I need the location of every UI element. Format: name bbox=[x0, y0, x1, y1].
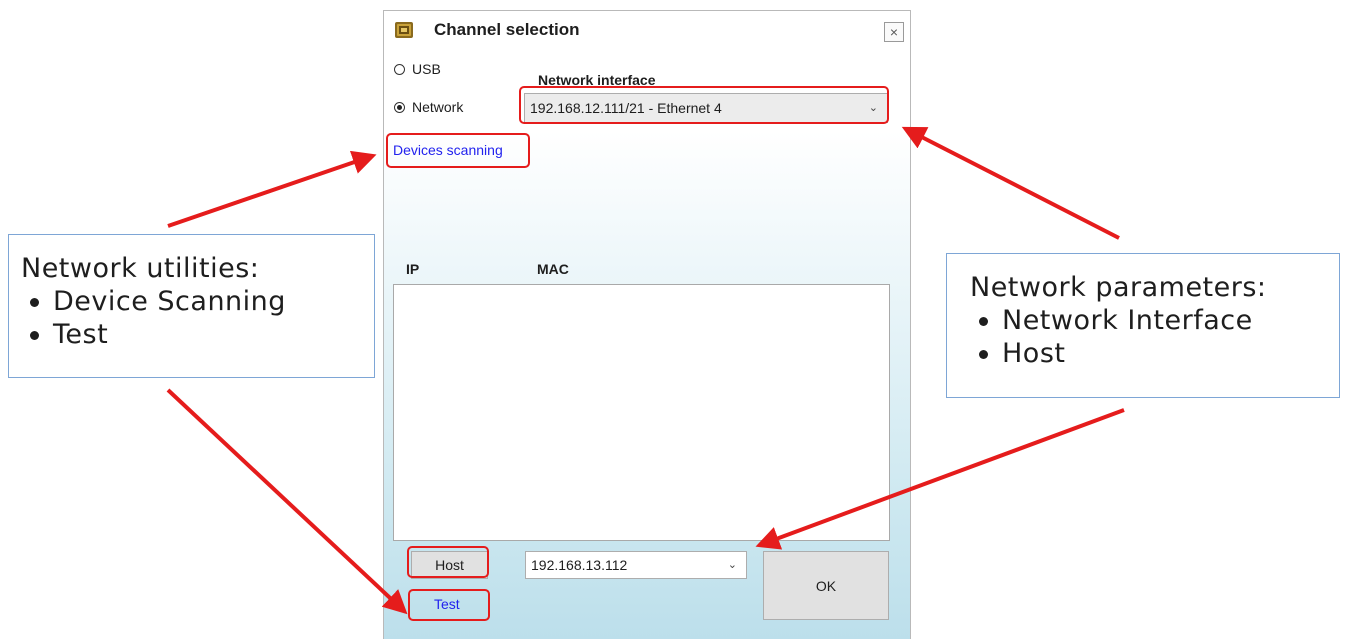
list-item: Network Interface bbox=[970, 304, 1339, 337]
list-item: Test bbox=[21, 318, 374, 351]
host-select[interactable]: 192.168.13.112 ⌄ bbox=[525, 551, 747, 579]
dialog-title: Channel selection bbox=[434, 20, 580, 39]
usb-radio-label: USB bbox=[412, 61, 441, 77]
usb-radio[interactable]: USB bbox=[394, 61, 441, 77]
device-list[interactable] bbox=[393, 284, 890, 541]
title-bar: Channel selection × bbox=[384, 11, 910, 49]
network-parameters-callout: Network parameters: Network Interface Ho… bbox=[946, 253, 1340, 398]
arrow-to-devices-scanning bbox=[167, 150, 377, 228]
test-link[interactable]: Test bbox=[434, 596, 460, 612]
arrow-to-network-interface bbox=[901, 126, 1120, 240]
host-button[interactable]: Host bbox=[411, 551, 488, 579]
screenshot-stage: Channel selection × USB Network Network … bbox=[0, 0, 1345, 639]
network-utilities-list: Device Scanning Test bbox=[21, 285, 374, 351]
network-interface-select[interactable]: 192.168.12.111/21 - Ethernet 4 ⌄ bbox=[524, 93, 888, 123]
host-value: 192.168.13.112 bbox=[531, 557, 628, 573]
network-utilities-title: Network utilities: bbox=[21, 253, 260, 284]
network-interface-value: 192.168.12.111/21 - Ethernet 4 bbox=[530, 100, 722, 116]
ip-column-header: IP bbox=[406, 261, 420, 277]
mac-column-header: MAC bbox=[537, 261, 569, 277]
devices-scanning-link[interactable]: Devices scanning bbox=[393, 142, 503, 158]
close-button[interactable]: × bbox=[884, 22, 904, 42]
chevron-down-icon: ⌄ bbox=[727, 558, 737, 571]
module-icon bbox=[395, 22, 413, 38]
list-item: Host bbox=[970, 337, 1339, 370]
close-icon: × bbox=[889, 24, 899, 40]
radio-icon bbox=[394, 63, 405, 75]
list-item: Device Scanning bbox=[21, 285, 374, 318]
radio-checked-icon bbox=[394, 101, 405, 113]
chevron-down-icon: ⌄ bbox=[868, 101, 878, 114]
host-button-label: Host bbox=[435, 557, 464, 573]
ok-button[interactable]: OK bbox=[763, 551, 889, 620]
network-radio-label: Network bbox=[412, 99, 464, 115]
network-utilities-callout: Network utilities: Device Scanning Test bbox=[8, 234, 375, 378]
channel-selection-dialog: Channel selection × USB Network Network … bbox=[383, 10, 911, 639]
ok-button-label: OK bbox=[815, 577, 837, 594]
network-parameters-title: Network parameters: bbox=[970, 272, 1267, 303]
network-interface-label: Network interface bbox=[538, 72, 656, 88]
network-radio[interactable]: Network bbox=[394, 99, 463, 115]
network-parameters-list: Network Interface Host bbox=[970, 304, 1339, 370]
arrow-to-test bbox=[166, 388, 408, 615]
